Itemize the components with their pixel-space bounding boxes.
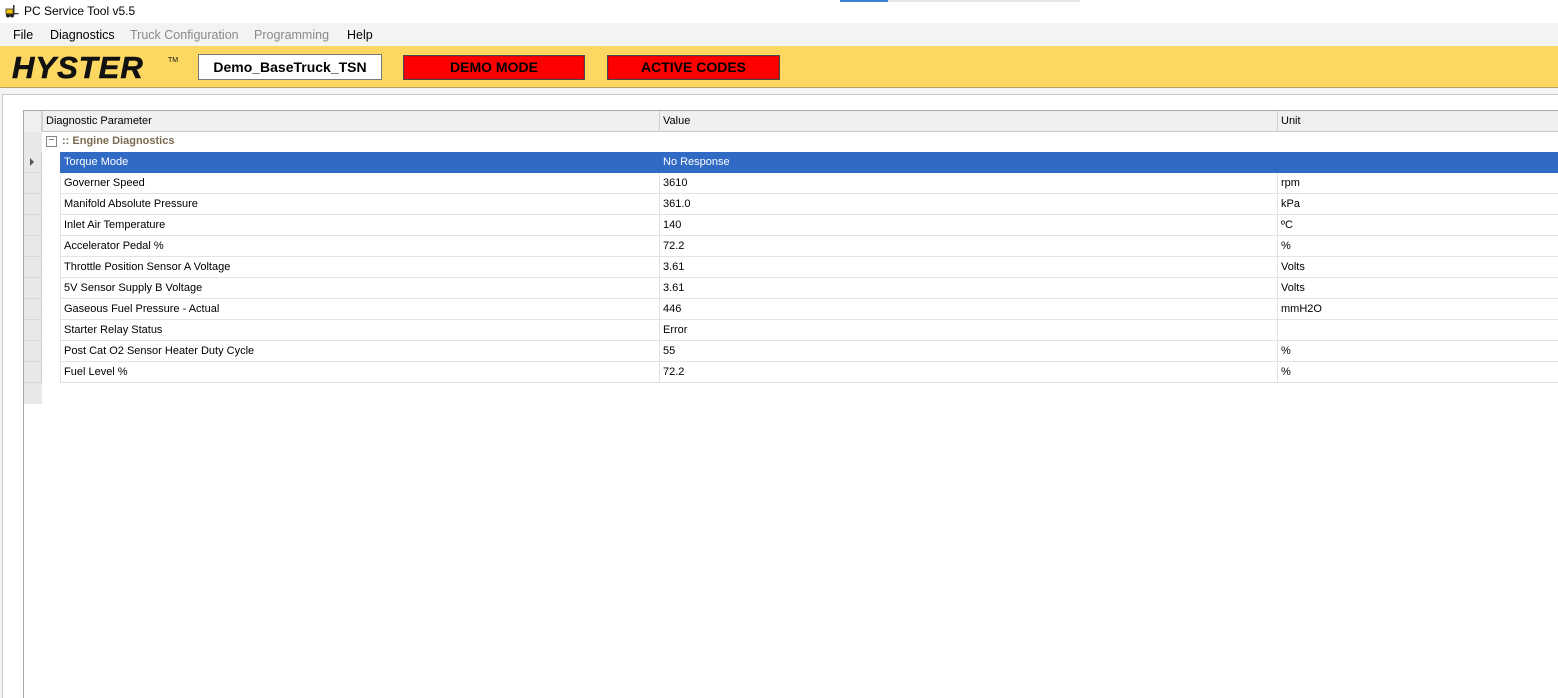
group-row-engine-diagnostics: − :: Engine Diagnostics bbox=[24, 132, 1558, 404]
cell-unit[interactable]: Volts bbox=[1277, 278, 1558, 299]
cell-value[interactable]: 3610 bbox=[659, 173, 1277, 194]
active-codes-indicator[interactable]: ACTIVE CODES bbox=[607, 55, 780, 80]
cell-parameter[interactable]: Starter Relay Status bbox=[60, 320, 659, 341]
cell-parameter[interactable]: Throttle Position Sensor A Voltage bbox=[60, 257, 659, 278]
row-selector[interactable] bbox=[24, 278, 42, 299]
demo-mode-indicator[interactable]: DEMO MODE bbox=[403, 55, 585, 80]
cell-value[interactable]: 55 bbox=[659, 341, 1277, 362]
collapse-icon[interactable]: − bbox=[46, 136, 57, 147]
row-indent bbox=[42, 320, 60, 341]
cell-unit[interactable]: Volts bbox=[1277, 257, 1558, 278]
current-row-arrow-icon bbox=[30, 158, 34, 166]
cell-parameter[interactable]: 5V Sensor Supply B Voltage bbox=[60, 278, 659, 299]
cell-unit[interactable]: % bbox=[1277, 236, 1558, 257]
progress-indicator bbox=[840, 0, 1080, 2]
table-row[interactable]: Throttle Position Sensor A Voltage 3.61 Vo… bbox=[24, 257, 1558, 278]
cell-value[interactable]: Error bbox=[659, 320, 1277, 341]
cell-unit[interactable]: % bbox=[1277, 341, 1558, 362]
row-indent bbox=[42, 152, 60, 173]
column-header-unit[interactable]: Unit bbox=[1277, 111, 1558, 132]
column-header-parameter[interactable]: Diagnostic Parameter bbox=[42, 111, 659, 132]
cell-value[interactable]: 361.0 bbox=[659, 194, 1277, 215]
cell-parameter[interactable]: Governer Speed bbox=[60, 173, 659, 194]
row-indent bbox=[42, 173, 60, 194]
row-indent bbox=[42, 257, 60, 278]
cell-unit[interactable]: rpm bbox=[1277, 173, 1558, 194]
menu-bar: File Diagnostics Truck Configuration Pro… bbox=[0, 23, 1558, 46]
row-selector[interactable] bbox=[24, 236, 42, 257]
logo-text: HYSTER bbox=[12, 50, 144, 83]
cell-parameter[interactable]: Gaseous Fuel Pressure - Actual bbox=[60, 299, 659, 320]
cell-parameter[interactable]: Torque Mode bbox=[60, 152, 659, 173]
logo-trademark: TM bbox=[168, 57, 178, 64]
row-selector[interactable] bbox=[24, 215, 42, 236]
hyster-logo: HYSTER TM bbox=[12, 50, 179, 83]
menu-file[interactable]: File bbox=[13, 28, 33, 42]
row-selector[interactable] bbox=[24, 362, 42, 383]
cell-unit[interactable] bbox=[1277, 320, 1558, 341]
row-selector[interactable] bbox=[24, 257, 42, 278]
menu-help[interactable]: Help bbox=[347, 28, 373, 42]
row-selector[interactable] bbox=[24, 320, 42, 341]
menu-diagnostics[interactable]: Diagnostics bbox=[50, 28, 115, 42]
table-row[interactable]: Fuel Level % 72.2% bbox=[24, 362, 1558, 383]
window-title: PC Service Tool v5.5 bbox=[24, 4, 136, 18]
table-row[interactable]: 5V Sensor Supply B Voltage 3.61 Volts bbox=[24, 278, 1558, 299]
row-indent bbox=[42, 362, 60, 383]
cell-value[interactable]: 3.61 bbox=[659, 278, 1277, 299]
table-row[interactable]: Gaseous Fuel Pressure - Actual 446 mmH2O bbox=[24, 299, 1558, 320]
row-selector[interactable] bbox=[24, 299, 42, 320]
grid-header-corner bbox=[24, 111, 42, 132]
table-row[interactable]: Starter Relay Status Error bbox=[24, 320, 1558, 341]
row-indent bbox=[42, 278, 60, 299]
table-row[interactable]: Governer Speed 3610 rpm bbox=[24, 173, 1558, 194]
cell-unit[interactable]: kPa bbox=[1277, 194, 1558, 215]
row-indent bbox=[42, 299, 60, 320]
table-row[interactable]: Accelerator Pedal % 72.2% bbox=[24, 236, 1558, 257]
cell-value[interactable]: 446 bbox=[659, 299, 1277, 320]
brand-bar: HYSTER TM Demo_BaseTruck_TSN DEMO MODE A… bbox=[0, 46, 1558, 88]
cell-parameter[interactable]: Post Cat O2 Sensor Heater Duty Cycle bbox=[60, 341, 659, 362]
row-selector[interactable] bbox=[24, 341, 42, 362]
table-row[interactable]: Post Cat O2 Sensor Heater Duty Cycle 55% bbox=[24, 341, 1558, 362]
row-indent bbox=[42, 215, 60, 236]
cell-parameter[interactable]: Fuel Level % bbox=[60, 362, 659, 383]
cell-parameter[interactable]: Accelerator Pedal % bbox=[60, 236, 659, 257]
cell-parameter[interactable]: Inlet Air Temperature bbox=[60, 215, 659, 236]
cell-value[interactable]: 3.61 bbox=[659, 257, 1277, 278]
forklift-icon bbox=[5, 5, 19, 18]
truck-name-field: Demo_BaseTruck_TSN bbox=[198, 54, 382, 80]
table-row[interactable]: Torque Mode No Response bbox=[24, 152, 1558, 173]
diagnostics-grid[interactable]: Diagnostic Parameter Value Unit − :: Eng… bbox=[23, 110, 1558, 698]
menu-programming[interactable]: Programming bbox=[254, 28, 329, 42]
table-row[interactable]: Manifold Absolute Pressure 361.0 kPa bbox=[24, 194, 1558, 215]
menu-truck-configuration[interactable]: Truck Configuration bbox=[130, 28, 239, 42]
cell-parameter[interactable]: Manifold Absolute Pressure bbox=[60, 194, 659, 215]
cell-value[interactable]: No Response bbox=[659, 152, 1277, 173]
cell-unit[interactable] bbox=[1277, 152, 1558, 173]
cell-unit[interactable]: mmH2O bbox=[1277, 299, 1558, 320]
row-selector[interactable] bbox=[24, 152, 42, 173]
cell-value[interactable]: 72.2 bbox=[659, 362, 1277, 383]
table-row[interactable]: Inlet Air Temperature 140 ºC bbox=[24, 215, 1558, 236]
cell-unit[interactable]: % bbox=[1277, 362, 1558, 383]
row-selector[interactable] bbox=[24, 173, 42, 194]
row-indent bbox=[42, 236, 60, 257]
row-indent bbox=[42, 194, 60, 215]
cell-unit[interactable]: ºC bbox=[1277, 215, 1558, 236]
cell-value[interactable]: 72.2 bbox=[659, 236, 1277, 257]
row-indent bbox=[42, 341, 60, 362]
group-label: :: Engine Diagnostics bbox=[62, 135, 175, 147]
row-selector[interactable] bbox=[24, 194, 42, 215]
title-bar: PC Service Tool v5.5 bbox=[0, 0, 1558, 23]
cell-value[interactable]: 140 bbox=[659, 215, 1277, 236]
grid-header: Diagnostic Parameter Value Unit bbox=[24, 111, 1558, 132]
column-header-value[interactable]: Value bbox=[659, 111, 1277, 132]
